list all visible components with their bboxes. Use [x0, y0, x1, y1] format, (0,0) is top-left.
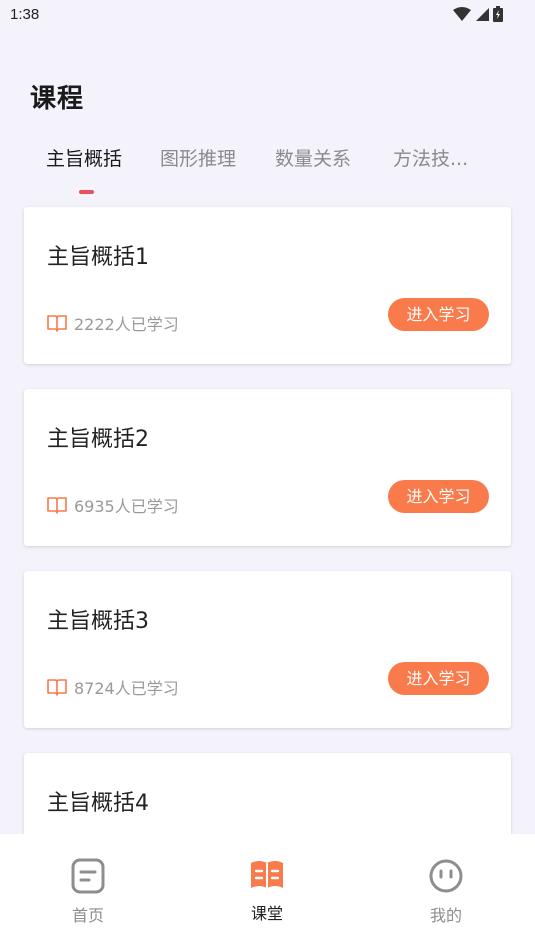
learner-count: 6935人已学习 [46, 493, 179, 517]
learner-count: 8724人已学习 [46, 675, 179, 699]
nav-label-home: 首页 [71, 906, 104, 925]
course-card[interactable]: 主旨概括3 8724人已学习 进入学习 [24, 571, 511, 728]
bottom-nav: 首页 课堂 我的 [0, 834, 535, 951]
nav-label-classroom: 课堂 [250, 904, 283, 923]
tab-methods-tips[interactable]: 方法技... [393, 144, 468, 171]
battery-icon [493, 6, 503, 26]
open-book-icon [46, 676, 68, 698]
tab-main-idea[interactable]: 主旨概括 [46, 144, 122, 171]
classroom-book-icon [249, 858, 285, 896]
course-title: 主旨概括3 [47, 609, 149, 634]
learner-count: 2222人已学习 [46, 311, 179, 335]
course-card-list: 主旨概括1 2222人已学习 进入学习 主旨概括2 6935人已学习 进入学习 … [24, 207, 511, 935]
open-book-icon [46, 494, 68, 516]
enter-study-button[interactable]: 进入学习 [388, 480, 489, 513]
active-tab-indicator [79, 190, 94, 194]
nav-item-profile[interactable]: 我的 [396, 858, 496, 926]
tab-quantity-relation[interactable]: 数量关系 [275, 144, 351, 171]
status-bar: 1:38 [0, 0, 535, 30]
course-title: 主旨概括2 [47, 427, 149, 452]
status-icons [453, 6, 503, 26]
nav-label-profile: 我的 [429, 906, 462, 925]
course-card[interactable]: 主旨概括2 6935人已学习 进入学习 [24, 389, 511, 546]
home-icon [71, 858, 105, 898]
category-tabs: 主旨概括 图形推理 数量关系 方法技... [0, 144, 535, 194]
tab-graphic-reasoning[interactable]: 图形推理 [160, 144, 236, 171]
learner-count-text: 8724人已学习 [74, 679, 179, 698]
course-title: 主旨概括4 [47, 791, 149, 816]
nav-item-classroom[interactable]: 课堂 [217, 858, 317, 924]
open-book-icon [46, 312, 68, 334]
enter-study-button[interactable]: 进入学习 [388, 298, 489, 331]
wifi-icon [453, 6, 471, 26]
enter-study-button[interactable]: 进入学习 [388, 662, 489, 695]
status-time: 1:38 [10, 6, 40, 23]
course-card[interactable]: 主旨概括1 2222人已学习 进入学习 [24, 207, 511, 364]
learner-count-text: 2222人已学习 [74, 315, 179, 334]
learner-count-text: 6935人已学习 [74, 497, 179, 516]
signal-icon [475, 7, 489, 26]
course-title: 主旨概括1 [47, 245, 149, 270]
page-title: 课程 [30, 84, 85, 114]
nav-item-home[interactable]: 首页 [38, 858, 138, 926]
profile-icon [428, 858, 464, 898]
